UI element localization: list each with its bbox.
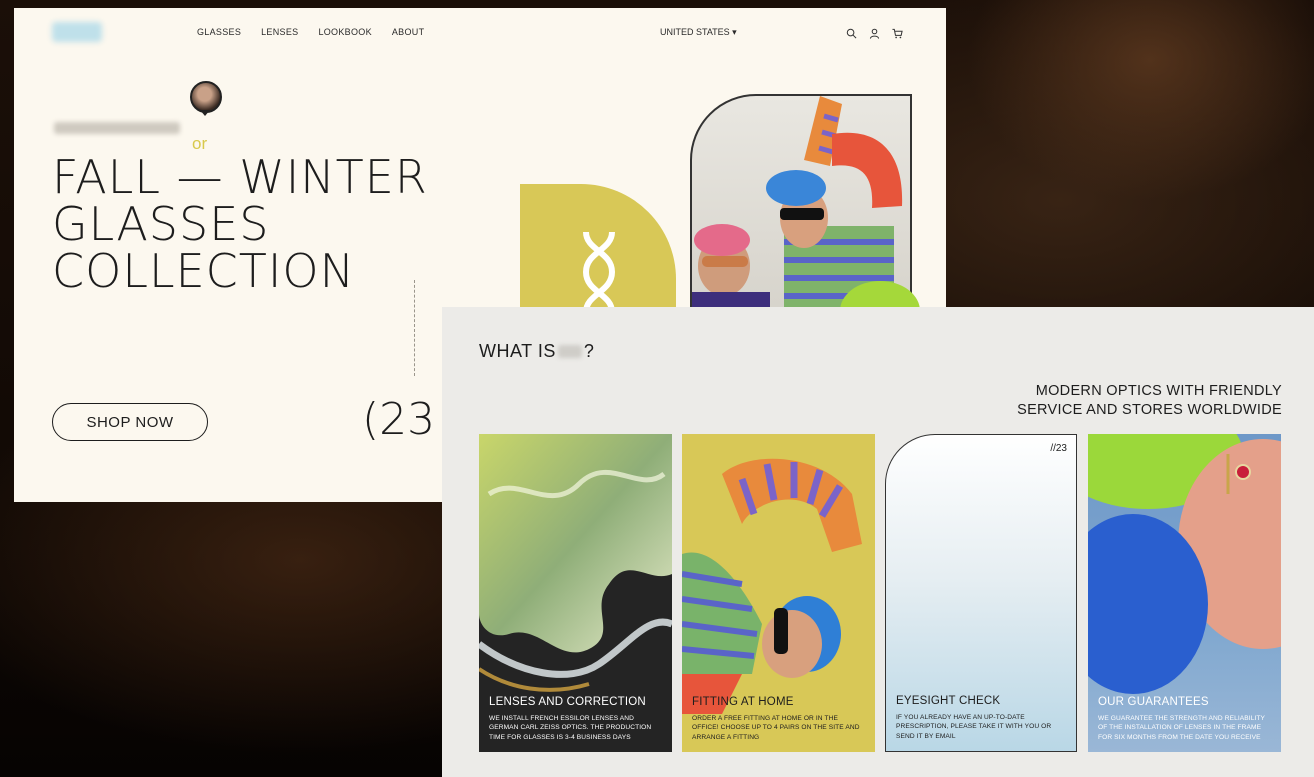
card-fitting-at-home[interactable]: FITTING AT HOME ORDER A FREE FITTING AT … bbox=[682, 434, 875, 752]
country-selector[interactable]: UNITED STATES ▾ bbox=[660, 27, 737, 38]
tagline-line-1: MODERN OPTICS WITH FRIENDLY bbox=[1035, 383, 1282, 399]
divider-line bbox=[414, 280, 415, 376]
cart-icon[interactable] bbox=[892, 28, 903, 39]
card-number: //23 bbox=[1050, 443, 1067, 454]
card-lenses-and-correction[interactable]: LENSES AND CORRECTION WE INSTALL FRENCH … bbox=[479, 434, 672, 752]
shop-now-button[interactable]: SHOP NOW bbox=[52, 403, 208, 441]
card-text: WE GUARANTEE THE STRENGTH AND RELIABILIT… bbox=[1098, 714, 1265, 741]
avatar-pin-icon bbox=[200, 110, 210, 116]
card-eyesight-check[interactable]: //23 EYESIGHT CHECK IF YOU ALREADY HAVE … bbox=[885, 434, 1077, 752]
main-nav: GLASSES LENSES LOOKBOOK ABOUT bbox=[197, 27, 424, 37]
hero-title: FALL — WINTER GLASSES COLLECTION bbox=[52, 150, 428, 298]
card-caption: FITTING AT HOME ORDER A FREE FITTING AT … bbox=[692, 696, 865, 743]
card-title: LENSES AND CORRECTION bbox=[489, 695, 646, 708]
user-icon[interactable] bbox=[869, 28, 880, 39]
card-caption: OUR GUARANTEES WE GUARANTEE THE STRENGTH… bbox=[1098, 696, 1271, 743]
header-icons bbox=[846, 28, 903, 39]
section-heading: WHAT IS ? bbox=[479, 341, 594, 362]
card-title: OUR GUARANTEES bbox=[1098, 695, 1209, 708]
card-caption: LENSES AND CORRECTION WE INSTALL FRENCH … bbox=[489, 696, 662, 743]
heading-text: WHAT IS bbox=[479, 341, 556, 361]
card-our-guarantees[interactable]: OUR GUARANTEES WE GUARANTEE THE STRENGTH… bbox=[1088, 434, 1281, 752]
nav-item-lenses[interactable]: LENSES bbox=[261, 27, 298, 37]
nav-item-glasses[interactable]: GLASSES bbox=[197, 27, 241, 37]
tagline-line-2: SERVICE AND STORES WORLDWIDE bbox=[1017, 402, 1282, 418]
about-screen: WHAT IS ? MODERN OPTICS WITH FRIENDLY SE… bbox=[442, 307, 1314, 777]
search-icon[interactable] bbox=[846, 28, 857, 39]
brand-logo[interactable] bbox=[52, 22, 102, 42]
card-text: WE INSTALL FRENCH ESSILOR LENSES AND GER… bbox=[489, 714, 652, 741]
brand-name-blurred bbox=[557, 345, 582, 358]
card-text: IF YOU ALREADY HAVE AN UP-TO-DATE PRESCR… bbox=[896, 713, 1052, 740]
collection-counter: (23 bbox=[362, 394, 436, 445]
card-title: FITTING AT HOME bbox=[692, 695, 794, 708]
x-logo-mark-icon bbox=[582, 231, 616, 313]
card-text: ORDER A FREE FITTING AT HOME OR IN THE O… bbox=[692, 714, 860, 741]
nav-item-about[interactable]: ABOUT bbox=[392, 27, 425, 37]
brand-name-blurred bbox=[54, 122, 180, 134]
avatar bbox=[190, 81, 222, 113]
section-tagline: MODERN OPTICS WITH FRIENDLY SERVICE AND … bbox=[1017, 382, 1282, 420]
card-title: EYESIGHT CHECK bbox=[896, 694, 1001, 707]
nav-item-lookbook[interactable]: LOOKBOOK bbox=[318, 27, 371, 37]
heading-question-mark: ? bbox=[583, 341, 595, 361]
card-caption: EYESIGHT CHECK IF YOU ALREADY HAVE AN UP… bbox=[896, 695, 1066, 742]
